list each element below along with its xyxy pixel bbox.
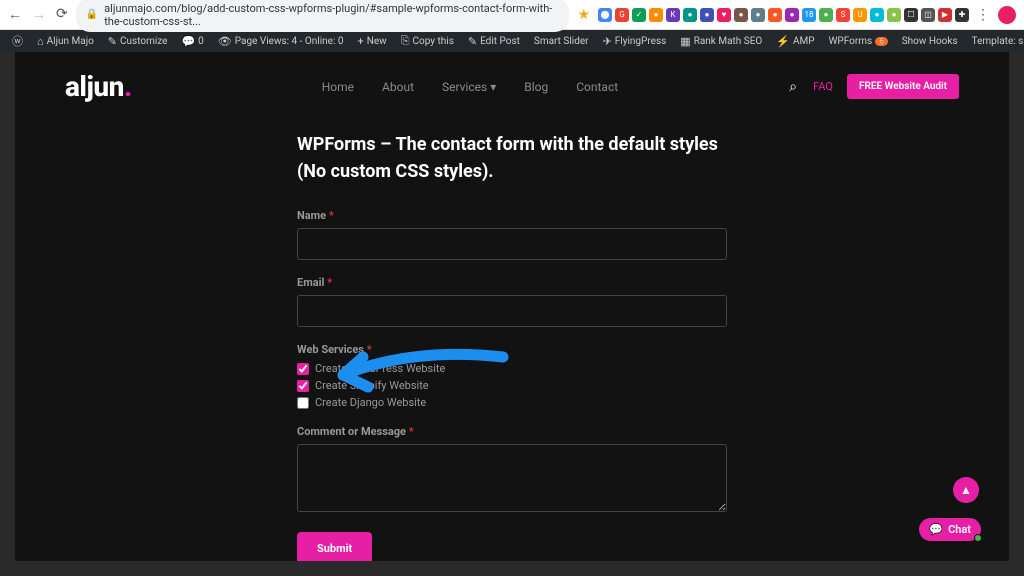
wp-new[interactable]: +New	[352, 33, 393, 50]
lock-icon: 🔒	[86, 9, 98, 20]
nav-blog[interactable]: Blog	[524, 80, 548, 94]
forward-icon[interactable]: →	[32, 6, 46, 23]
ext-icon[interactable]: ✚	[955, 8, 969, 22]
name-label: Name *	[297, 209, 727, 222]
email-input[interactable]	[297, 295, 727, 327]
nav-contact[interactable]: Contact	[576, 80, 618, 94]
ext-icon[interactable]: 18	[802, 8, 816, 22]
address-bar[interactable]: 🔒 aljunmajo.com/blog/add-custom-css-wpfo…	[76, 0, 570, 32]
faq-link[interactable]: FAQ	[813, 80, 833, 93]
ext-icon[interactable]: ☐	[904, 8, 918, 22]
wp-hooks[interactable]: Show Hooks	[896, 34, 964, 49]
ext-icon[interactable]: ♥	[717, 8, 731, 22]
ext-icon[interactable]: ●	[870, 8, 884, 22]
ext-icon[interactable]: ●	[785, 8, 799, 22]
back-icon[interactable]: ←	[8, 6, 22, 23]
bookmark-star-icon[interactable]: ★	[577, 7, 590, 23]
ext-icon[interactable]: U	[853, 8, 867, 22]
profile-avatar[interactable]	[998, 6, 1016, 24]
section-title: WPForms – The contact form with the defa…	[297, 131, 727, 185]
wp-copy[interactable]: ⎘Copy this	[395, 32, 460, 50]
status-dot	[974, 534, 982, 542]
content-area: WPForms – The contact form with the defa…	[297, 121, 727, 561]
main-nav: Home About Services ▾ Blog Contact	[322, 80, 618, 94]
checkbox-label: Create WordPress Website	[315, 362, 445, 375]
email-label: Email *	[297, 276, 727, 289]
cta-button[interactable]: FREE Website Audit	[847, 74, 959, 99]
wp-amp[interactable]: ⚡AMP	[770, 33, 820, 50]
wp-comments[interactable]: 💬0	[175, 33, 209, 50]
ext-icon[interactable]: S	[836, 8, 850, 22]
ext-icon[interactable]: ●	[700, 8, 714, 22]
checkbox-django[interactable]	[297, 397, 309, 409]
comment-textarea[interactable]	[297, 444, 727, 512]
submit-button[interactable]: Submit	[297, 532, 372, 561]
page-body: aljun. Home About Services ▾ Blog Contac…	[15, 52, 1009, 561]
extension-icons: ⬤ G ✓ ● K ● ● ♥ ● ● ● ● 18 ● S U ● ● ☐ ◫…	[598, 7, 990, 23]
ext-icon[interactable]: ▶	[938, 8, 952, 22]
wp-wpforms[interactable]: WPForms6	[823, 34, 894, 49]
nav-about[interactable]: About	[382, 80, 414, 94]
ext-icon[interactable]: ●	[683, 8, 697, 22]
wp-rank[interactable]: ▦Rank Math SEO	[674, 33, 768, 50]
wp-customize[interactable]: ✎Customize	[102, 33, 174, 50]
checkbox-label: Create Django Website	[315, 396, 426, 409]
browser-chrome: ← → ⟳ 🔒 aljunmajo.com/blog/add-custom-cs…	[0, 0, 1024, 30]
ext-icon[interactable]: ●	[751, 8, 765, 22]
checkbox-row: Create Django Website	[297, 396, 727, 409]
ext-icon[interactable]: ●	[887, 8, 901, 22]
wp-template[interactable]: Template: single.php	[966, 34, 1024, 49]
chat-icon: 💬	[929, 523, 943, 536]
ext-icon[interactable]: ●	[819, 8, 833, 22]
site-logo[interactable]: aljun.	[65, 70, 132, 103]
wp-pageviews[interactable]: 👁Page Views: 4 - Online: 0	[212, 33, 350, 50]
ext-icon[interactable]: G	[615, 8, 629, 22]
extensions-menu-icon[interactable]: ⋮	[976, 7, 990, 23]
scroll-top-button[interactable]: ▲	[953, 477, 979, 503]
checkbox-label: Create Shopify Website	[315, 379, 429, 392]
checkbox-row: Create WordPress Website	[297, 362, 727, 375]
url-text: aljunmajo.com/blog/add-custom-css-wpform…	[104, 2, 559, 28]
site-header: aljun. Home About Services ▾ Blog Contac…	[15, 52, 1009, 121]
browser-nav: ← → ⟳	[8, 6, 68, 23]
nav-services[interactable]: Services ▾	[442, 80, 496, 94]
ext-icon[interactable]: ●	[649, 8, 663, 22]
ext-icon[interactable]: ●	[768, 8, 782, 22]
ext-icon[interactable]: ●	[734, 8, 748, 22]
services-checkbox-group: Create WordPress Website Create Shopify …	[297, 362, 727, 409]
wp-site-link[interactable]: ⌂Aljun Majo	[31, 33, 100, 50]
checkbox-shopify[interactable]	[297, 380, 309, 392]
services-label: Web Services *	[297, 343, 727, 356]
wp-edit[interactable]: ✎Edit Post	[462, 33, 526, 50]
ext-icon[interactable]: ◫	[921, 8, 935, 22]
comment-label: Comment or Message *	[297, 425, 727, 438]
name-input[interactable]	[297, 228, 727, 260]
wp-logo[interactable]: ⓦ	[6, 31, 29, 51]
nav-home[interactable]: Home	[322, 80, 354, 94]
ext-icon[interactable]: K	[666, 8, 680, 22]
wp-admin-bar: ⓦ ⌂Aljun Majo ✎Customize 💬0 👁Page Views:…	[0, 30, 1024, 52]
wp-slider[interactable]: Smart Slider	[528, 34, 595, 49]
search-icon[interactable]: ⌕	[789, 79, 797, 95]
ext-icon[interactable]: ✓	[632, 8, 646, 22]
wp-flying[interactable]: ✈FlyingPress	[597, 33, 673, 50]
checkbox-wordpress[interactable]	[297, 363, 309, 375]
chat-widget[interactable]: 💬 Chat	[919, 518, 981, 541]
reload-icon[interactable]: ⟳	[56, 6, 68, 23]
checkbox-row: Create Shopify Website	[297, 379, 727, 392]
ext-icon[interactable]: ⬤	[598, 8, 612, 22]
